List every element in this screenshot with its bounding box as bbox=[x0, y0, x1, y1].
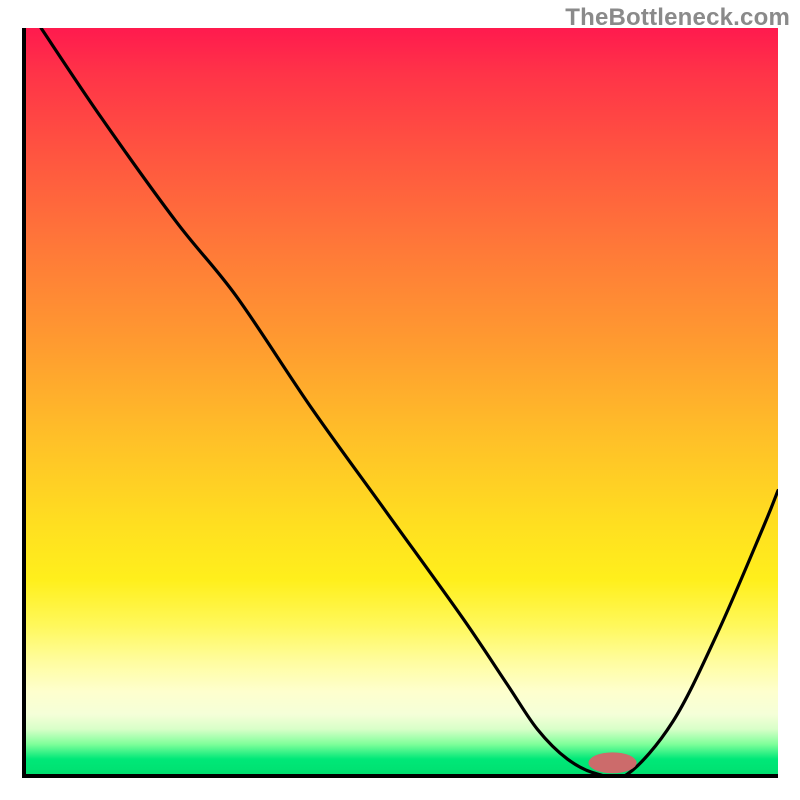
bottleneck-curve bbox=[41, 28, 778, 774]
plot-area bbox=[22, 28, 778, 778]
chart-frame: TheBottleneck.com bbox=[0, 0, 800, 800]
curve-svg bbox=[26, 28, 778, 774]
optimal-marker bbox=[588, 752, 636, 773]
watermark-text: TheBottleneck.com bbox=[565, 4, 790, 32]
